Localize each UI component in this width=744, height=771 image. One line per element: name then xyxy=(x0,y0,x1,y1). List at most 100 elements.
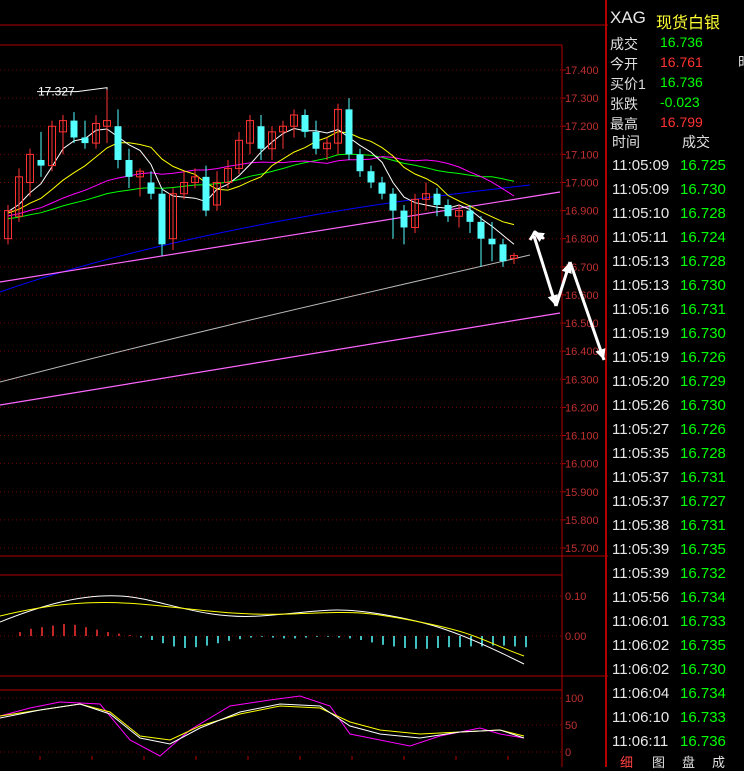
tick-time: 11:06:04 xyxy=(612,685,670,702)
price-tick-label: 16.200 xyxy=(565,402,599,414)
tab-trades[interactable]: 成 xyxy=(712,752,725,771)
kdj-tick-label: 50 xyxy=(565,720,577,732)
tick-time: 11:05:11 xyxy=(612,229,669,246)
tick-price: 16.730 xyxy=(680,325,726,342)
tick-price: 16.728 xyxy=(680,205,726,222)
candle-body xyxy=(202,176,210,211)
side-tab-glyph[interactable]: 时 xyxy=(738,52,744,72)
quote-label: 今开 xyxy=(610,56,638,72)
kdj-tick-label: 0 xyxy=(565,747,571,759)
ma120-line xyxy=(0,254,531,383)
candle-body xyxy=(125,159,133,177)
tick-time: 11:05:38 xyxy=(612,517,670,534)
tick-row: 11:05:20 16.729 xyxy=(608,371,744,395)
candle-body xyxy=(81,137,89,144)
candle-body xyxy=(433,193,441,205)
quote-label: 成交 xyxy=(610,36,638,52)
tick-price: 16.731 xyxy=(680,301,726,318)
candle-body xyxy=(488,238,496,245)
candle-body xyxy=(367,171,375,183)
candle-body xyxy=(466,210,474,222)
tick-price: 16.728 xyxy=(680,445,726,462)
tick-price: 16.732 xyxy=(680,565,726,582)
tick-time: 11:05:39 xyxy=(612,565,670,582)
tick-time: 11:05:39 xyxy=(612,541,670,558)
tick-row: 11:05:26 16.730 xyxy=(608,395,744,419)
tick-time: 11:06:01 xyxy=(612,613,670,630)
instrument-header: XAG 现货白银 xyxy=(608,8,744,32)
price-tick-label: 16.400 xyxy=(565,346,599,358)
price-tick-label: 17.400 xyxy=(565,65,599,77)
tab-detail[interactable]: 细 xyxy=(620,752,633,771)
tick-time: 11:06:02 xyxy=(612,661,670,678)
price-tick-label: 16.100 xyxy=(565,431,599,443)
quote-row: 成交 16.736 xyxy=(608,34,744,52)
tick-row: 11:06:04 16.734 xyxy=(608,683,744,707)
price-tick-label: 16.900 xyxy=(565,206,599,218)
price-tick-label: 17.300 xyxy=(565,93,599,105)
tick-time: 11:05:26 xyxy=(612,397,670,414)
candle-body xyxy=(400,210,408,228)
price-tick-label: 16.000 xyxy=(565,459,599,471)
tick-row: 11:05:56 16.734 xyxy=(608,587,744,611)
tab-book[interactable]: 盘 xyxy=(682,752,695,771)
tick-row: 11:05:13 16.730 xyxy=(608,275,744,299)
tick-time: 11:05:37 xyxy=(612,493,670,510)
tick-time: 11:05:35 xyxy=(612,445,670,462)
tick-price: 16.736 xyxy=(680,733,726,750)
quote-row: 买价1 16.736 xyxy=(608,74,744,92)
tick-price: 16.729 xyxy=(680,373,726,390)
quote-value: 16.736 xyxy=(660,74,703,90)
tab-chart[interactable]: 图 xyxy=(652,752,665,771)
price-tick-label: 16.300 xyxy=(565,374,599,386)
candle-body xyxy=(345,109,353,155)
tick-time: 11:06:10 xyxy=(612,709,670,726)
quote-row: 今开 16.761 xyxy=(608,54,744,72)
tick-row: 11:05:37 16.727 xyxy=(608,491,744,515)
quote-value: -0.023 xyxy=(660,94,700,110)
tick-price: 16.730 xyxy=(680,277,726,294)
tick-row: 11:05:10 16.728 xyxy=(608,203,744,227)
candle-body xyxy=(147,182,155,194)
tick-time: 11:05:27 xyxy=(612,421,670,438)
tick-price: 16.731 xyxy=(680,517,726,534)
price-chart[interactable]: 17.400 17.300 17.200 17.100 17.000 16.900 16.8… xyxy=(0,0,608,767)
tick-time: 11:05:20 xyxy=(612,373,670,390)
tick-price: 16.726 xyxy=(680,421,726,438)
tick-row: 11:05:37 16.731 xyxy=(608,467,744,491)
tick-price: 16.731 xyxy=(680,469,726,486)
tick-row: 11:05:11 16.724 xyxy=(608,227,744,251)
tick-row: 11:05:39 16.735 xyxy=(608,539,744,563)
candle-body xyxy=(378,182,386,194)
ticks-header: 时间 成交 xyxy=(608,130,744,152)
quote-row: 张跌 -0.023 xyxy=(608,94,744,112)
candle-body xyxy=(312,131,320,149)
lower-trendline xyxy=(0,312,561,406)
upper-trendline xyxy=(0,191,561,283)
candle-body xyxy=(257,126,265,149)
candle-body xyxy=(37,159,45,166)
macd-tick-label: 0.10 xyxy=(565,591,586,603)
high-price-label: 17.327 xyxy=(38,85,75,99)
tick-row: 11:05:13 16.728 xyxy=(608,251,744,275)
tick-row: 11:05:38 16.731 xyxy=(608,515,744,539)
tick-price: 16.735 xyxy=(680,637,726,654)
candle-body xyxy=(158,193,166,245)
price-tick-label: 15.700 xyxy=(565,543,599,555)
tick-price: 16.734 xyxy=(680,589,726,606)
candle-body xyxy=(444,204,452,217)
tick-time: 11:05:09 xyxy=(612,157,670,174)
tick-price: 16.724 xyxy=(680,229,726,246)
candle-body xyxy=(301,114,309,132)
candle-body xyxy=(114,126,122,160)
quote-value: 16.761 xyxy=(660,54,703,70)
price-tick-label: 15.900 xyxy=(565,487,599,499)
tick-row: 11:05:27 16.726 xyxy=(608,419,744,443)
tick-time: 11:05:13 xyxy=(612,253,670,270)
quote-label: 买价1 xyxy=(610,76,646,92)
kdj-j-line xyxy=(0,695,525,757)
tick-row: 11:05:19 16.730 xyxy=(608,323,744,347)
tick-row: 11:05:09 16.730 xyxy=(608,179,744,203)
quote-value: 16.736 xyxy=(660,34,703,50)
quote-label: 张跌 xyxy=(610,96,638,112)
